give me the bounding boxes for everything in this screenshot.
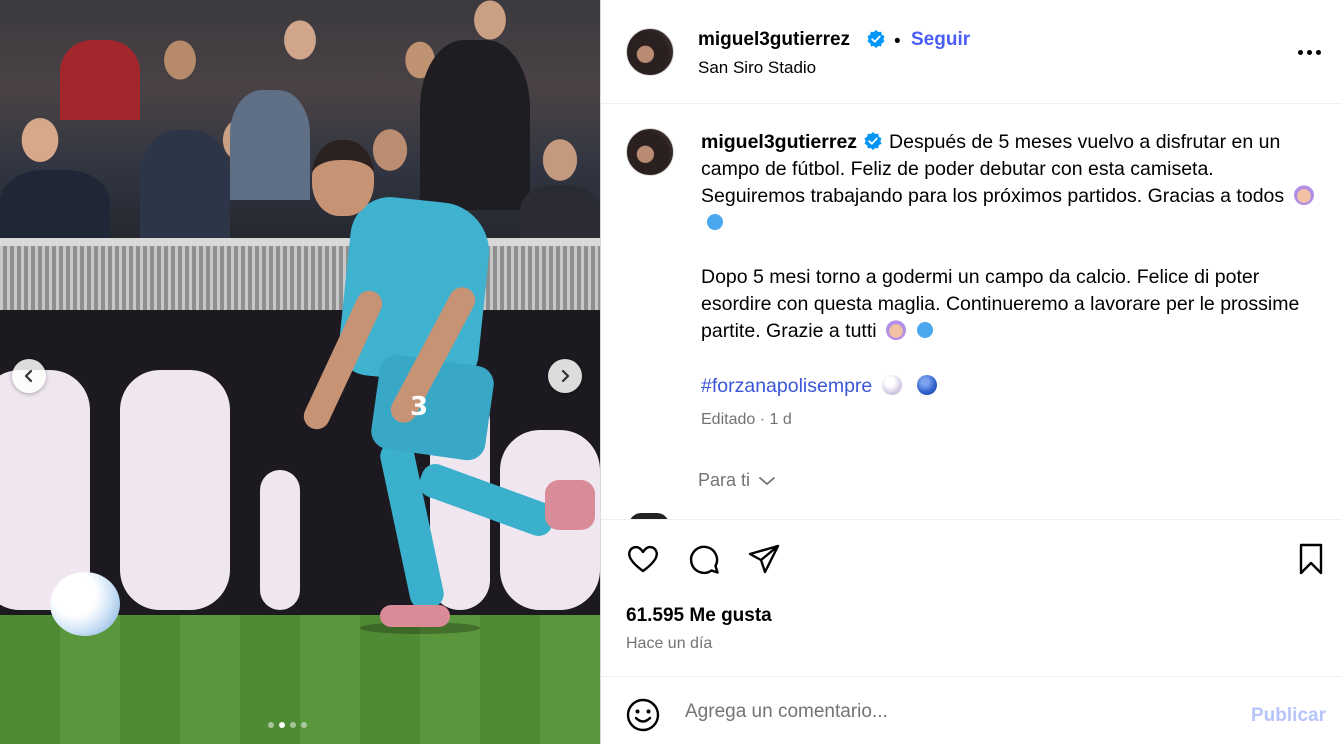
comment-button[interactable]: [686, 541, 722, 577]
more-options-icon: [1297, 49, 1303, 55]
blue-heart-icon: [705, 212, 725, 232]
for-you-label: Para ti: [698, 470, 751, 490]
jersey-number: 3: [410, 392, 429, 422]
praying-hands-icon: [1293, 185, 1314, 205]
verified-badge-icon: [864, 132, 882, 150]
post-header: miguel3gutierrez • Seguir San Siro Stadi…: [601, 0, 1342, 104]
header-username[interactable]: miguel3gutierrez: [698, 29, 850, 51]
stadium-crowd-image: [0, 0, 600, 250]
share-icon: [748, 544, 780, 574]
hashtag-line: #forzanapolisempre: [701, 375, 938, 398]
post-actions: 61.595 Me gusta Hace un día: [601, 519, 1342, 679]
caption-text: miguel3gutierrez Después de 5 meses vuel…: [701, 129, 1321, 345]
carousel-prev-button[interactable]: [12, 359, 46, 393]
stadium-railing: [0, 238, 600, 310]
comment-input[interactable]: [685, 695, 1225, 729]
caption-avatar[interactable]: [626, 128, 674, 176]
post-details-panel: miguel3gutierrez • Seguir San Siro Stadi…: [600, 0, 1342, 744]
chevron-left-icon: [24, 369, 33, 383]
caption-italian: Dopo 5 mesi torno a godermi un campo da …: [701, 266, 1300, 342]
edited-timestamp: Editado · 1 d: [701, 411, 792, 428]
blue-circle-icon: [917, 375, 938, 395]
avatar[interactable]: [626, 28, 674, 76]
bookmark-icon: [1299, 543, 1323, 575]
share-button[interactable]: [746, 541, 782, 577]
comment-icon: [689, 545, 719, 575]
carousel-next-button[interactable]: [548, 359, 582, 393]
post-time[interactable]: Hace un día: [626, 635, 712, 653]
separator-dot: •: [894, 31, 901, 52]
heart-icon: [628, 545, 658, 573]
soccer-ball: [50, 572, 120, 636]
likes-count[interactable]: 61.595 Me gusta: [626, 605, 772, 627]
carousel-dot-active: [279, 722, 285, 728]
for-you-toggle[interactable]: Para ti: [698, 470, 776, 491]
hashtag-link[interactable]: #forzanapolisempre: [701, 375, 872, 397]
praying-hands-icon: [886, 320, 906, 340]
carousel-dot: [290, 722, 296, 728]
player-head: [312, 140, 374, 216]
like-button[interactable]: [625, 541, 661, 577]
follow-button[interactable]: Seguir: [911, 29, 970, 51]
verified-badge-icon: [867, 30, 885, 48]
chevron-down-icon: [759, 476, 775, 485]
comment-bar: Publicar: [601, 676, 1342, 744]
blue-heart-icon: [915, 320, 936, 340]
white-circle-icon: [881, 375, 902, 395]
emoji-picker-icon[interactable]: [625, 697, 661, 733]
player-boot: [545, 480, 595, 530]
location-link[interactable]: San Siro Stadio: [698, 58, 816, 78]
publish-button[interactable]: Publicar: [1251, 705, 1326, 727]
caption-username[interactable]: miguel3gutierrez: [701, 131, 857, 153]
more-options-button[interactable]: [1295, 38, 1323, 66]
carousel-dot: [301, 722, 307, 728]
post-media[interactable]: 3: [0, 0, 600, 744]
caption-scroll-area[interactable]: miguel3gutierrez Después de 5 meses vuel…: [601, 105, 1342, 519]
save-button[interactable]: [1293, 541, 1329, 577]
chevron-right-icon: [561, 369, 570, 383]
carousel-dot: [268, 722, 274, 728]
carousel-dots: [268, 722, 307, 728]
player-boot: [380, 605, 450, 627]
